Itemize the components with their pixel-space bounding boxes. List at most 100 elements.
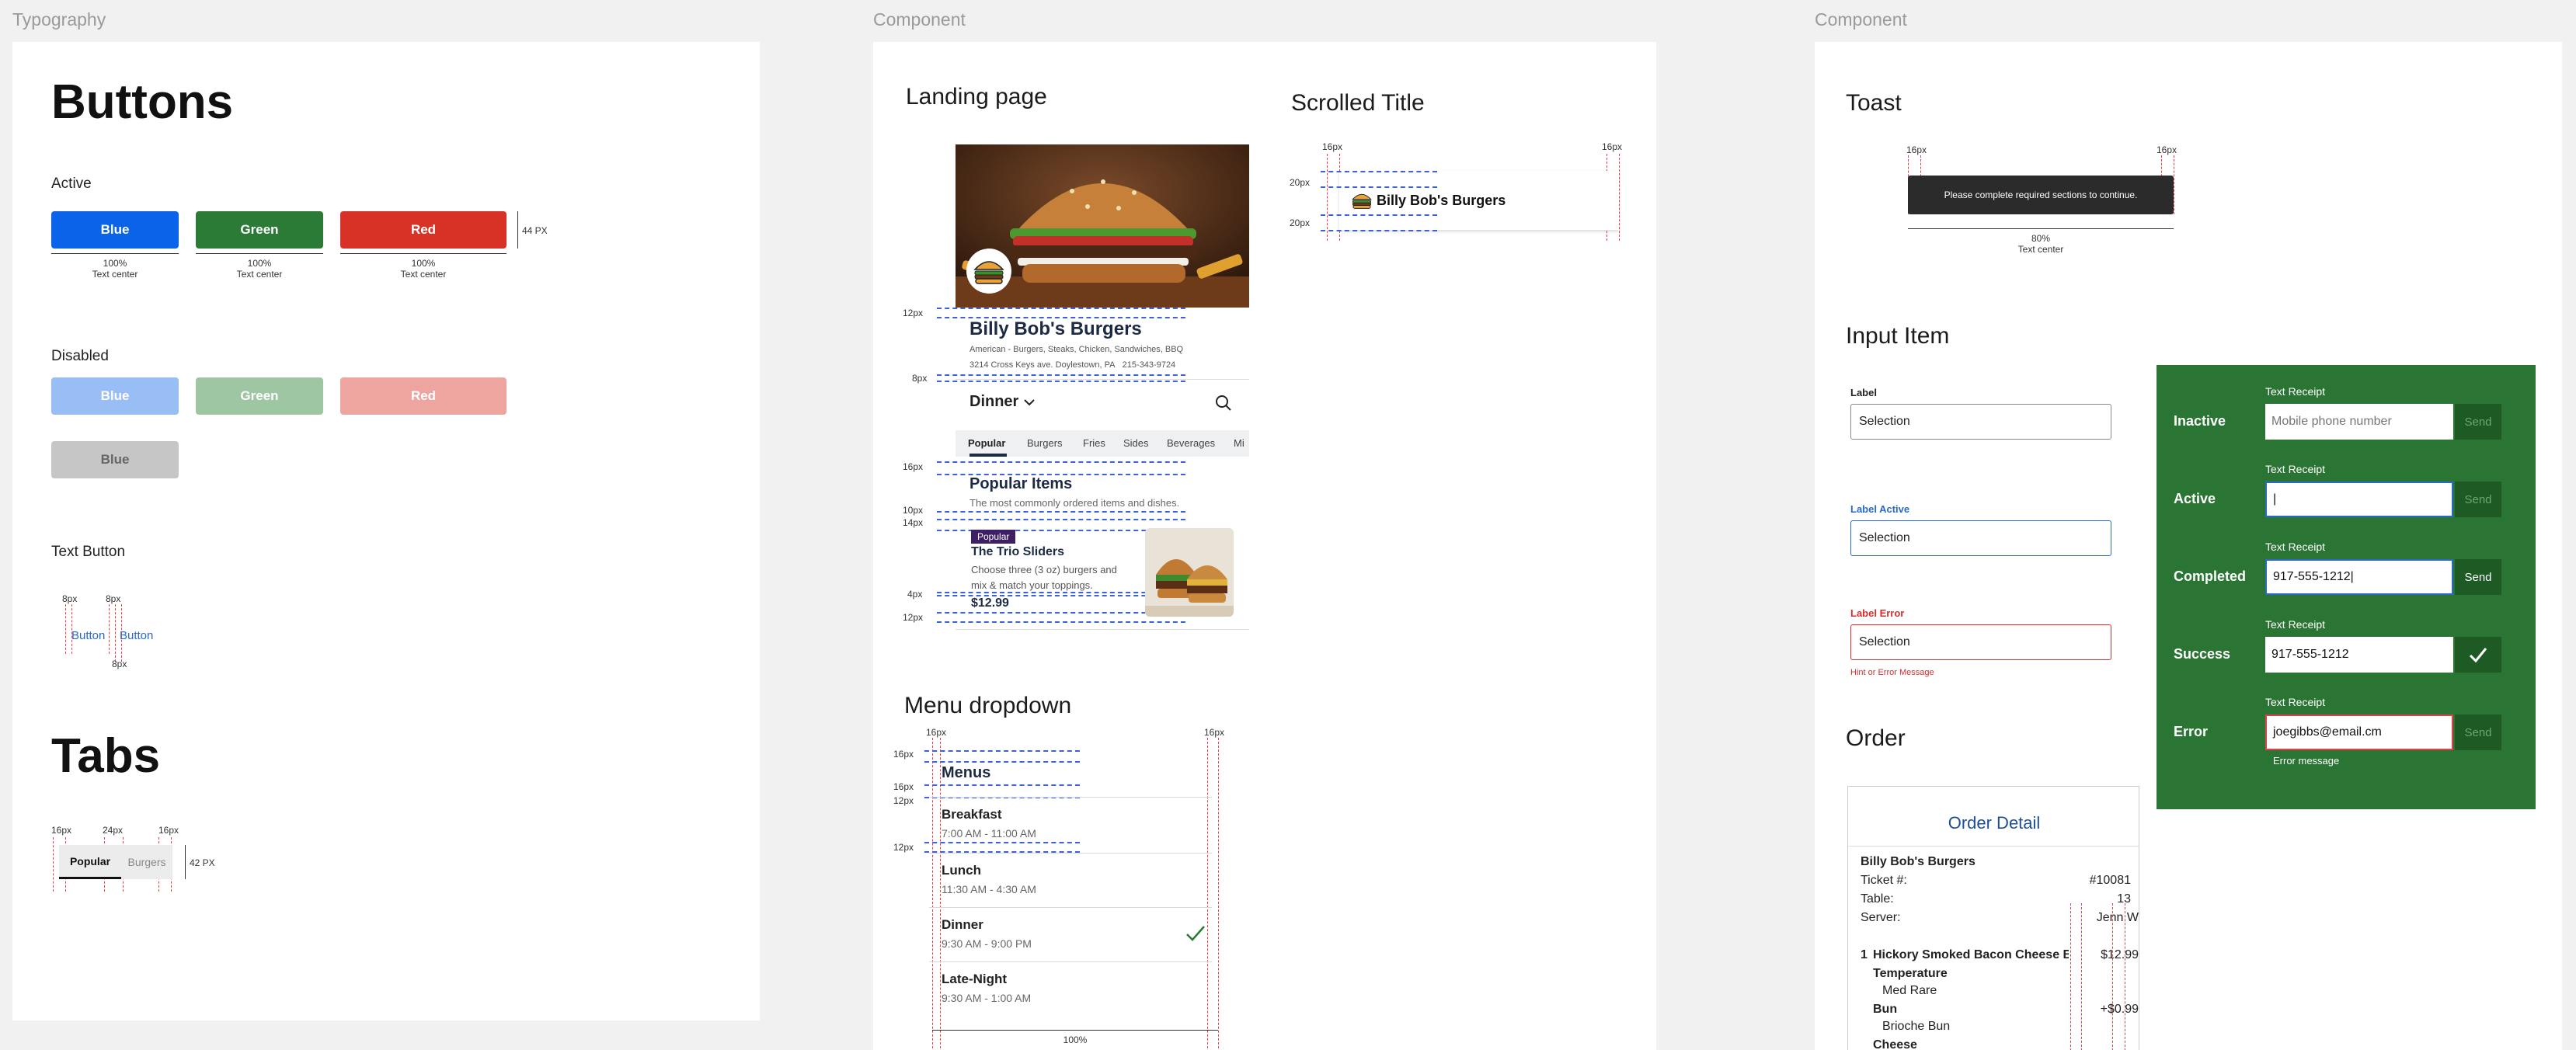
temperature-value: Med Rare	[1882, 984, 1937, 997]
checkmark-icon	[2469, 648, 2487, 663]
receipt-label: Text Receipt	[2265, 696, 2326, 708]
category-beverages[interactable]: Beverages	[1167, 437, 1215, 449]
menu-item-dinner[interactable]: Dinner 9:30 AM - 9:00 PM	[929, 907, 1212, 961]
category-bar: Popular Burgers Fries Sides Beverages Mi	[956, 430, 1249, 457]
input-label-active: Label Active	[1850, 503, 1910, 515]
frame-label-component-1: Component	[873, 9, 966, 30]
line-item-name: Hickory Smoked Bacon Cheese B...	[1873, 948, 2069, 961]
state-inactive: Inactive	[2174, 413, 2226, 429]
search-icon[interactable]	[1215, 395, 1232, 412]
send-button-error[interactable]: Send	[2455, 714, 2501, 750]
server-label: Server:	[1861, 911, 1901, 924]
success-check-button[interactable]	[2455, 637, 2501, 673]
guide-line	[937, 308, 1185, 309]
blue-button[interactable]: Blue	[51, 211, 179, 249]
input-default[interactable]: Selection	[1850, 404, 2111, 440]
menu-item-breakfast[interactable]: Breakfast 7:00 AM - 11:00 AM	[929, 797, 1212, 853]
spacing-label: 16px	[926, 727, 947, 738]
guide-line	[2070, 903, 2071, 1050]
receipt-input-active[interactable]: |	[2265, 482, 2453, 517]
menu-dropdown-heading: Menu dropdown	[904, 693, 1072, 718]
input-active[interactable]: Selection	[1850, 520, 2111, 556]
burger-logo-icon	[973, 261, 1004, 284]
ticket-label: Ticket #:	[1861, 874, 1907, 887]
receipt-input-error[interactable]: joegibbs@email.cm	[2265, 714, 2453, 750]
menu-item-name: Lunch	[942, 863, 981, 878]
guide-line	[1218, 738, 1219, 1050]
width-measure-line	[196, 253, 323, 254]
text-button[interactable]: Button	[120, 629, 153, 642]
restaurant-logo	[966, 249, 1011, 294]
guide-line	[2112, 903, 2113, 1050]
receipt-input-inactive[interactable]	[2265, 404, 2453, 440]
menu-item-hours: 11:30 AM - 4:30 AM	[942, 883, 1036, 895]
gray-disabled-button: Blue	[51, 441, 179, 478]
spacing-label: 12px	[903, 612, 924, 623]
width-note: 100%	[103, 258, 127, 269]
green-disabled-button: Green	[196, 377, 323, 415]
guide-line	[1321, 230, 1437, 231]
tab-burgers[interactable]: Burgers	[121, 845, 172, 879]
green-button[interactable]: Green	[196, 211, 323, 249]
menu-item-name: Dinner	[942, 917, 983, 932]
menu-select-value: Dinner	[969, 393, 1019, 410]
guide-line	[937, 511, 1185, 513]
active-label: Active	[51, 176, 92, 192]
send-button-completed[interactable]: Send	[2455, 559, 2501, 595]
checkmark-icon	[1186, 926, 1205, 941]
spacing-label: 20px	[1290, 177, 1311, 188]
align-note: Text center	[400, 269, 447, 280]
align-note: Text center	[236, 269, 283, 280]
popular-items-sub: The most commonly ordered items and dish…	[969, 497, 1180, 509]
burger-logo-icon	[1352, 193, 1372, 209]
divider	[956, 379, 1249, 380]
spacing-label: 16px	[893, 749, 914, 760]
category-burgers[interactable]: Burgers	[1027, 437, 1063, 449]
guide-line	[937, 461, 1185, 463]
buttons-heading: Buttons	[51, 75, 234, 129]
tab-popular[interactable]: Popular	[59, 845, 121, 879]
frame-label-component-2: Component	[1815, 9, 1907, 30]
receipt-states-panel: Text Receipt Inactive Send Text Receipt …	[2157, 365, 2536, 809]
item-price: $12.99	[971, 596, 1009, 610]
category-sides[interactable]: Sides	[1123, 437, 1149, 449]
category-more[interactable]: Mi	[1234, 437, 1244, 449]
state-completed: Completed	[2174, 568, 2247, 584]
menu-item-hours: 9:30 AM - 1:00 AM	[942, 992, 1032, 1004]
landing-page-heading: Landing page	[906, 84, 1047, 110]
item-name[interactable]: The Trio Sliders	[971, 545, 1064, 559]
red-disabled-button: Red	[340, 377, 506, 415]
state-success: Success	[2174, 646, 2231, 662]
state-error: Error	[2174, 724, 2209, 739]
receipt-input-completed[interactable]: 917-555-1212|	[2265, 559, 2453, 595]
tab-spacing-label: 16px	[51, 825, 72, 836]
item-desc-2: mix & match your toppings.	[971, 579, 1093, 591]
spacing-label: 4px	[907, 589, 923, 600]
receipt-label: Text Receipt	[2265, 463, 2326, 475]
item-image	[1145, 528, 1234, 617]
send-button-inactive[interactable]: Send	[2455, 404, 2501, 440]
input-error[interactable]: Selection	[1850, 624, 2111, 660]
send-button-active[interactable]: Send	[2455, 482, 2501, 517]
state-active: Active	[2174, 491, 2216, 506]
address: 3214 Cross Keys ave. Doylestown, PA	[969, 360, 1116, 370]
tabs-heading: Tabs	[51, 729, 161, 783]
divider	[956, 629, 1249, 630]
menu-item-late-night[interactable]: Late-Night 9:30 AM - 1:00 AM	[929, 961, 1212, 1016]
receipt-input-success[interactable]: 917-555-1212	[2265, 637, 2453, 673]
ticket-value: #10081	[2089, 874, 2131, 887]
menu-item-hours: 7:00 AM - 11:00 AM	[942, 827, 1036, 840]
category-fries[interactable]: Fries	[1083, 437, 1105, 449]
align-note: Text center	[92, 269, 138, 280]
menu-item-lunch[interactable]: Lunch 11:30 AM - 4:30 AM	[929, 853, 1212, 907]
menu-select[interactable]: Dinner	[969, 393, 1036, 411]
toast-heading: Toast	[1846, 90, 1902, 116]
category-popular[interactable]: Popular	[968, 437, 1005, 449]
red-button[interactable]: Red	[340, 211, 506, 249]
menu-dropdown: Menus Breakfast 7:00 AM - 11:00 AM Lunch…	[929, 755, 1212, 1050]
component-panel-right: Toast 16px 16px Please complete required…	[1815, 42, 2562, 1050]
guide-line	[1321, 171, 1437, 172]
divider	[1848, 846, 2139, 847]
hero-image	[956, 144, 1249, 308]
text-button[interactable]: Button	[71, 629, 105, 642]
